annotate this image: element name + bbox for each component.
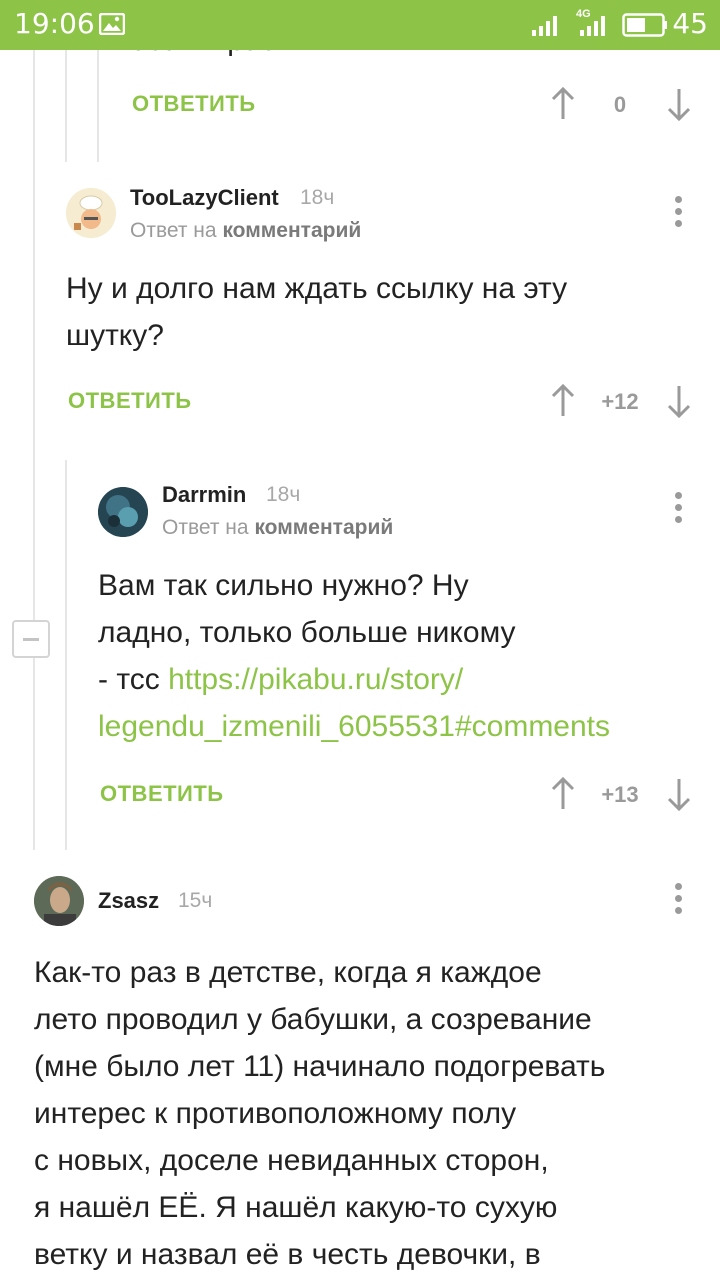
downvote-arrow-icon[interactable] xyxy=(664,776,694,812)
reply-button[interactable]: ОТВЕТИТЬ xyxy=(68,388,192,414)
reply-to-prefix: Ответ на xyxy=(162,516,249,539)
comment-text: Вам так сильно нужно? Ну ладно, только б… xyxy=(98,562,610,750)
comment-line: ветку и назвал её в честь девочки, в xyxy=(34,1238,541,1271)
comment-text: ебать "распять? xyxy=(130,50,354,58)
user-avatar-icon xyxy=(34,876,84,926)
reply-to-link[interactable]: комментарий xyxy=(222,219,361,242)
comment-line: Ну и долго нам ждать ссылку на эту xyxy=(66,272,568,305)
username[interactable]: TooLazyClient xyxy=(130,185,279,211)
comment-line: лето проводил у бабушки, а созревание xyxy=(34,1003,592,1036)
comment-text: Ну и долго нам ждать ссылку на эту шутку… xyxy=(66,265,567,359)
comment-time: 15ч xyxy=(178,889,213,912)
more-options-icon[interactable] xyxy=(672,196,684,230)
comment-line: интерес к противоположному полу xyxy=(34,1097,517,1130)
upvote-arrow-icon[interactable] xyxy=(548,383,578,419)
thread-line xyxy=(65,460,67,850)
comment-line: с новых, доселе невиданных сторон, xyxy=(34,1144,549,1177)
story-link[interactable]: https://pikabu.ru/story/ xyxy=(168,663,463,696)
comment-time: 18ч xyxy=(300,186,335,209)
downvote-arrow-icon[interactable] xyxy=(664,383,694,419)
upvote-arrow-icon[interactable] xyxy=(548,776,578,812)
comment-line: я нашёл ЕЁ. Я нашёл какую-то сухую xyxy=(34,1191,558,1224)
collapse-thread-button[interactable] xyxy=(12,620,50,658)
comment-text: Как-то раз в детстве, когда я каждое лет… xyxy=(34,949,605,1278)
reply-button[interactable]: ОТВЕТИТЬ xyxy=(132,91,256,117)
signal-icon xyxy=(532,16,557,36)
more-options-icon[interactable] xyxy=(672,492,684,526)
comment-line: (мне было лет 11) начинало подогревать xyxy=(34,1050,606,1083)
more-options-icon[interactable] xyxy=(672,883,684,917)
image-notification-icon xyxy=(99,13,125,35)
comment-line: ладно, только больше никому xyxy=(98,616,516,649)
username[interactable]: Zsasz xyxy=(98,888,159,914)
upvote-arrow-icon[interactable] xyxy=(548,86,578,122)
status-time: 19:06 xyxy=(14,7,95,40)
vote-score: +13 xyxy=(601,782,639,807)
comment-line: Вам так сильно нужно? Ну xyxy=(98,569,469,602)
comment-line-with-link: - тсс https://pikabu.ru/story/ xyxy=(98,656,610,703)
comment-line: - тсс xyxy=(98,663,169,696)
reply-button[interactable]: ОТВЕТИТЬ xyxy=(100,781,224,807)
vote-score: +12 xyxy=(601,389,639,414)
reply-to-link[interactable]: комментарий xyxy=(254,516,393,539)
reply-to-line: Ответ на комментарий xyxy=(162,516,393,540)
comment-line: шутку? xyxy=(66,319,164,352)
comment-time: 18ч xyxy=(266,483,301,506)
vote-score: 0 xyxy=(613,92,627,117)
reply-to-line: Ответ на комментарий xyxy=(130,219,361,243)
comment-line: Как-то раз в детстве, когда я каждое xyxy=(34,956,542,989)
signal-4g-icon xyxy=(580,16,605,36)
battery-icon xyxy=(622,13,667,37)
chef-avatar-icon xyxy=(66,188,116,238)
user-avatar-icon xyxy=(98,487,148,537)
status-bar: 19:06 4G 45 xyxy=(0,0,720,50)
avatar[interactable] xyxy=(66,188,116,238)
avatar[interactable] xyxy=(98,487,148,537)
story-link-continued[interactable]: legendu_izmenili_6055531#comments xyxy=(98,703,610,750)
reply-to-prefix: Ответ на xyxy=(130,219,217,242)
username[interactable]: Darrmin xyxy=(162,482,246,508)
downvote-arrow-icon[interactable] xyxy=(664,86,694,122)
avatar[interactable] xyxy=(34,876,84,926)
battery-level: 45 xyxy=(672,7,708,40)
